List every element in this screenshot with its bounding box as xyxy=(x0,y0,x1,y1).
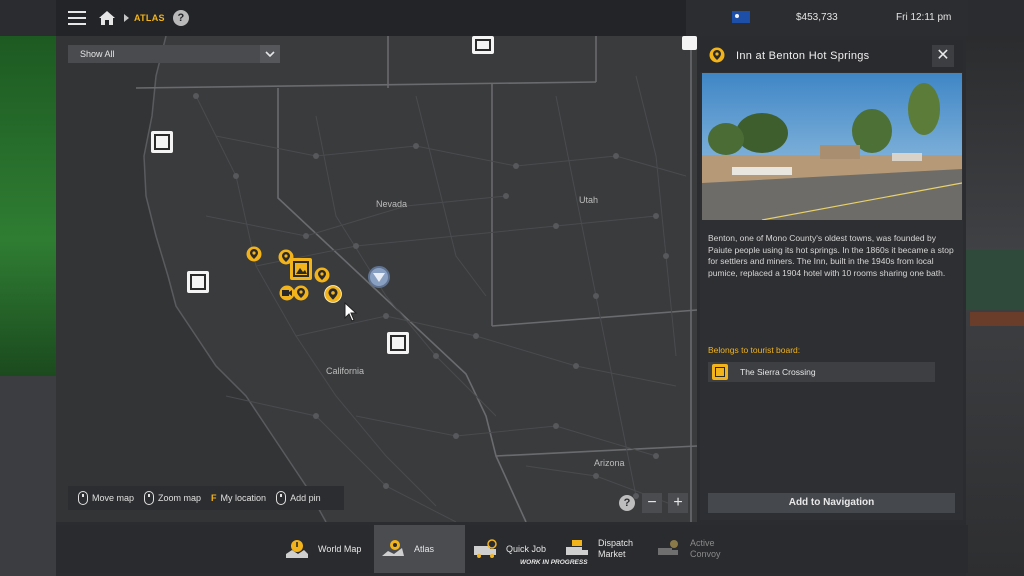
atlas-icon xyxy=(382,540,404,556)
location-photo xyxy=(702,73,962,220)
close-button[interactable]: ✕ xyxy=(932,45,954,67)
tourist-board-heading: Belongs to tourist board: xyxy=(708,345,801,355)
clock-display: Fri 12:11 pm xyxy=(896,12,952,23)
tab-label: World Map xyxy=(318,543,362,554)
tourist-board-icon xyxy=(712,364,728,380)
viewpoint-icon[interactable] xyxy=(387,332,409,354)
location-pin-icon[interactable] xyxy=(314,267,330,283)
map-filter-label: Show All xyxy=(80,49,115,59)
control-label: My location xyxy=(220,493,267,503)
mouse-icon xyxy=(78,491,88,505)
viewpoint-icon[interactable] xyxy=(151,131,173,153)
breadcrumb-arrow-icon xyxy=(124,14,129,22)
control-my-location: F My location xyxy=(211,493,266,503)
control-zoom-map: Zoom map xyxy=(144,491,201,505)
background-pallet xyxy=(970,312,1024,326)
map-help-icon[interactable]: ? xyxy=(619,495,635,511)
tab-label: Dispatch Market xyxy=(598,538,634,559)
tab-world-map[interactable]: World Map xyxy=(284,525,374,573)
status-area: $453,733 Fri 12:11 pm xyxy=(686,0,968,36)
game-window: { "topbar": { "breadcrumb": "ATLAS", "mo… xyxy=(0,0,1024,576)
mouse-cursor-icon xyxy=(344,302,358,322)
menu-icon[interactable] xyxy=(68,11,86,25)
map-controls-legend: Move map Zoom map F My location Add pin xyxy=(68,486,344,510)
home-icon[interactable] xyxy=(98,9,116,27)
player-position-icon xyxy=(368,266,390,288)
selected-location-pin-icon[interactable] xyxy=(324,285,342,303)
control-add-pin: Add pin xyxy=(276,491,321,505)
control-label: Zoom map xyxy=(158,493,202,503)
background-truck-left xyxy=(0,36,56,376)
bottom-nav-bar: World Map Atlas Quick Job WORK IN PROGRE… xyxy=(56,525,968,573)
zoom-in-button[interactable]: + xyxy=(668,493,688,513)
viewpoint-icon[interactable] xyxy=(682,36,697,50)
mouse-icon xyxy=(276,491,287,505)
tourist-board-name: The Sierra Crossing xyxy=(740,367,816,377)
atlas-map[interactable]: Show All Nevada Utah California Arizona xyxy=(56,36,697,522)
tourist-board-item[interactable]: The Sierra Crossing xyxy=(708,362,935,382)
control-label: Add pin xyxy=(290,493,321,503)
flag-icon xyxy=(732,11,750,23)
background-truck-right xyxy=(966,250,1024,310)
tourist-board-icon[interactable] xyxy=(290,258,312,280)
key-hint: F xyxy=(211,493,217,503)
state-label-arizona: Arizona xyxy=(594,458,625,468)
state-label-california: California xyxy=(326,366,365,376)
top-bar: ATLAS ? $453,733 Fri 12:11 pm xyxy=(56,0,968,36)
add-to-navigation-button[interactable]: Add to Navigation xyxy=(708,493,955,513)
location-pin-icon[interactable] xyxy=(246,246,262,262)
control-move-map: Move map xyxy=(78,491,134,505)
top-bar-left: ATLAS ? xyxy=(56,0,686,36)
viewpoint-icon[interactable] xyxy=(187,271,209,293)
location-pin-icon xyxy=(709,47,725,63)
dispatch-market-icon xyxy=(566,540,588,555)
tab-label: Active Convoy xyxy=(690,538,721,559)
tab-dispatch-market[interactable]: Dispatch Market xyxy=(564,525,656,573)
location-pin-icon[interactable] xyxy=(293,285,309,301)
world-map-icon xyxy=(286,540,308,558)
zoom-out-button[interactable]: − xyxy=(642,493,662,513)
control-label: Move map xyxy=(92,493,135,503)
location-info-panel: Inn at Benton Hot Springs ✕ Benton, one … xyxy=(700,40,963,520)
panel-title: Inn at Benton Hot Springs xyxy=(736,50,870,62)
convoy-icon xyxy=(658,540,678,555)
tab-quick-job[interactable]: Quick Job WORK IN PROGRESS xyxy=(472,525,588,573)
location-description: Benton, one of Mono County's oldest town… xyxy=(708,233,954,278)
breadcrumb: ATLAS xyxy=(134,13,165,23)
panel-header: Inn at Benton Hot Springs ✕ xyxy=(700,40,963,72)
quick-job-icon xyxy=(474,539,497,558)
map-filter-dropdown[interactable]: Show All xyxy=(68,45,280,63)
viewpoint-icon[interactable] xyxy=(472,36,494,54)
help-icon[interactable]: ? xyxy=(172,10,189,26)
chevron-down-icon xyxy=(260,45,280,63)
money-display: $453,733 xyxy=(796,12,838,23)
background-garage-floor xyxy=(0,376,56,576)
tab-label: Quick Job xyxy=(506,543,547,554)
state-label-utah: Utah xyxy=(579,195,599,205)
state-label-nevada: Nevada xyxy=(376,199,408,209)
tab-active-convoy[interactable]: Active Convoy xyxy=(656,525,748,573)
tab-label: Atlas xyxy=(414,543,435,554)
mouse-icon xyxy=(144,491,155,505)
tab-atlas[interactable]: Atlas xyxy=(374,525,465,573)
